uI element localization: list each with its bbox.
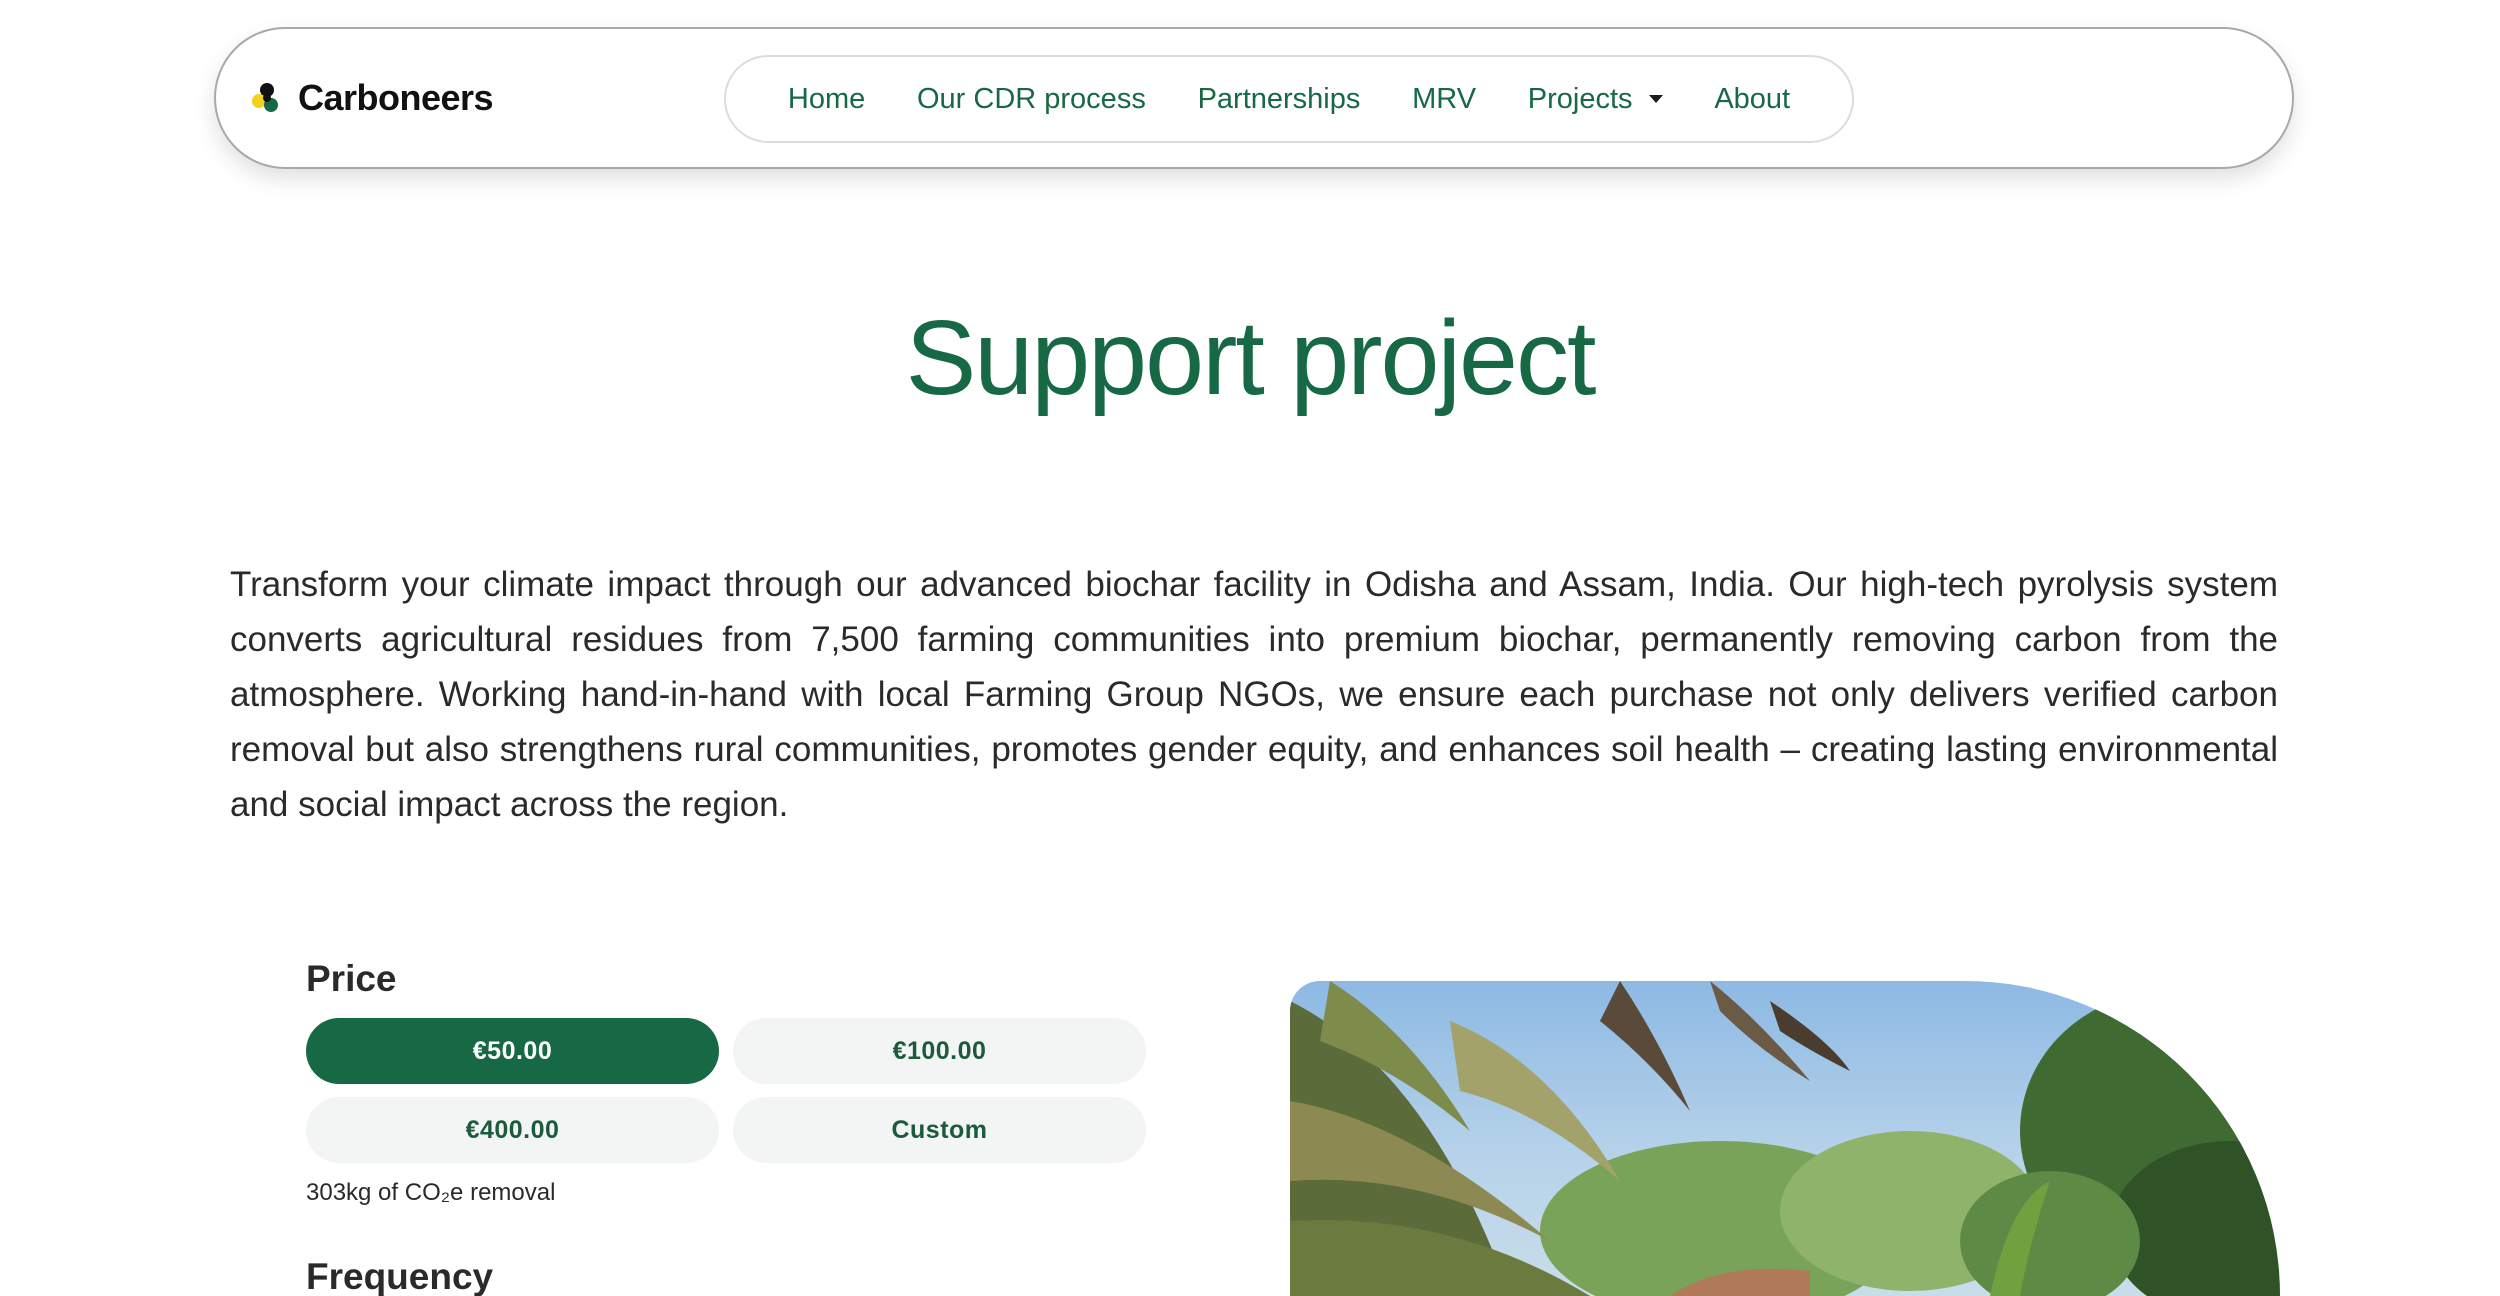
project-photo (1290, 981, 2280, 1296)
nav-label: Projects (1527, 82, 1633, 115)
caret-down-icon (1648, 95, 1663, 103)
nav-label: Our CDR process (916, 82, 1146, 115)
price-option-custom[interactable]: Custom (733, 1097, 1146, 1163)
price-heading: Price (306, 958, 397, 999)
nav-mrv[interactable]: MRV (1412, 83, 1476, 116)
carboneers-logo-icon (250, 81, 284, 115)
main-nav: Home Our CDR process Partnerships MRV Pr… (724, 55, 1854, 143)
nav-label: About (1714, 82, 1791, 115)
price-option-400[interactable]: €400.00 (306, 1097, 719, 1163)
nav-label: Home (787, 82, 866, 115)
frequency-heading: Frequency (306, 1256, 494, 1296)
price-options: €50.00 €100.00 €400.00 Custom (306, 1018, 1146, 1163)
page-title: Support project (905, 299, 1597, 417)
site-header: Carboneers Home Our CDR process Partners… (214, 27, 2294, 169)
project-description: Transform your climate impact through ou… (230, 565, 2278, 824)
nav-label: MRV (1412, 82, 1477, 115)
nav-our-cdr-process[interactable]: Our CDR process (917, 83, 1146, 116)
nav-partnerships[interactable]: Partnerships (1198, 83, 1361, 116)
brand[interactable]: Carboneers (250, 77, 494, 119)
brand-name: Carboneers (298, 77, 494, 118)
nav-about[interactable]: About (1714, 83, 1790, 116)
project-photo-illustration (1290, 981, 2280, 1296)
nav-label: Partnerships (1197, 82, 1361, 115)
price-section: Price €50.00 €100.00 €400.00 Custom 303k… (306, 958, 1146, 1207)
price-option-50[interactable]: €50.00 (306, 1018, 719, 1084)
price-option-100[interactable]: €100.00 (733, 1018, 1146, 1084)
removal-note: 303kg of CO₂e removal (306, 1179, 556, 1206)
nav-projects-dropdown[interactable]: Projects (1528, 83, 1663, 116)
nav-home[interactable]: Home (788, 83, 865, 116)
